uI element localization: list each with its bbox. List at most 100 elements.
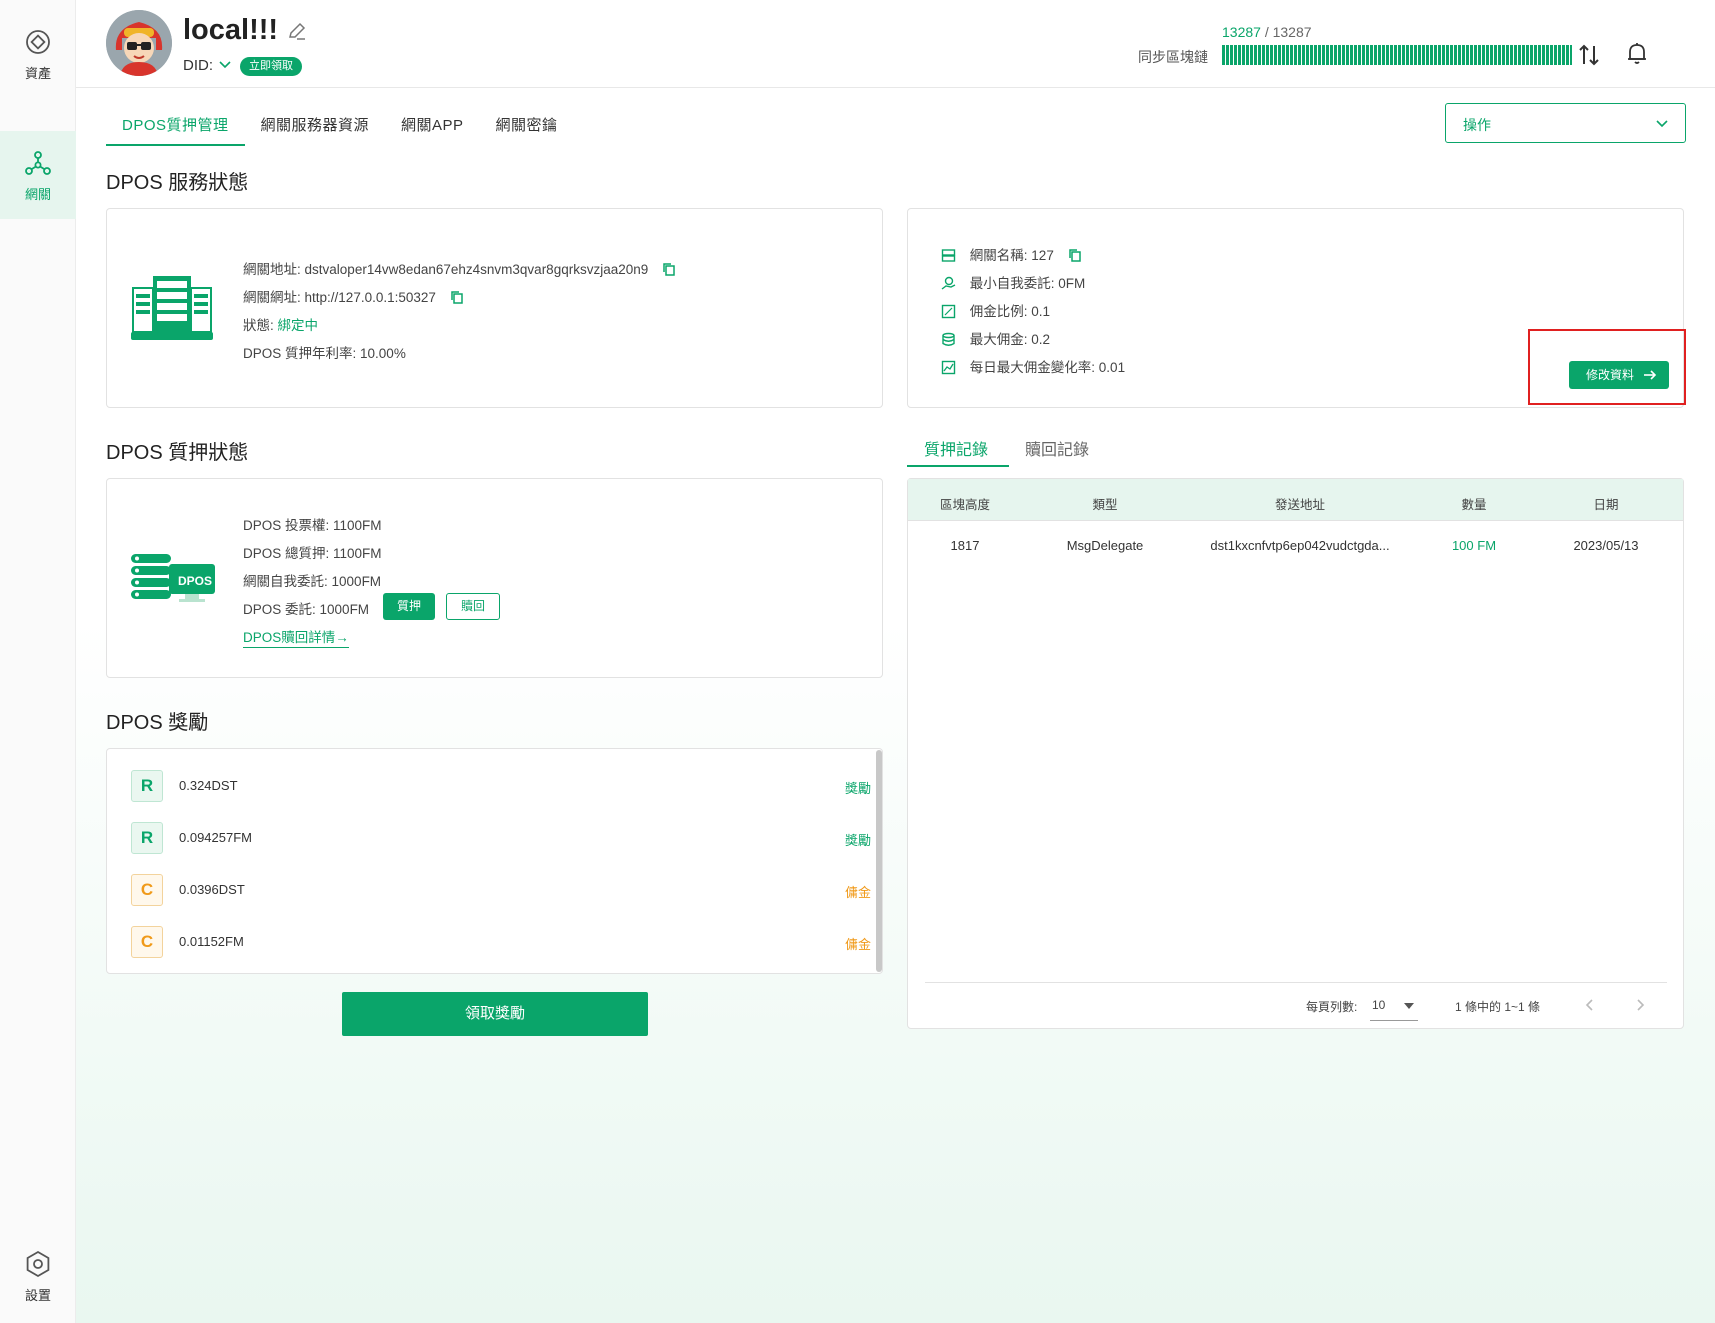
column-header: 類型 bbox=[1092, 498, 1118, 512]
reward-kind: 獎勵 bbox=[844, 833, 871, 848]
reward-kind: 傭金 bbox=[844, 885, 871, 900]
node-name: local!!! bbox=[183, 14, 279, 46]
did-claim-badge[interactable]: 立即領取 bbox=[240, 57, 302, 76]
gateway-url-value: http://127.0.0.1:50327 bbox=[304, 290, 436, 305]
sort-arrows-icon[interactable] bbox=[1576, 42, 1602, 68]
service-status-title: DPOS 服務狀態 bbox=[106, 172, 249, 194]
sync-progress-bar bbox=[1222, 45, 1572, 65]
service-status-card bbox=[106, 208, 883, 408]
rows-per-page-value: 10 bbox=[1372, 998, 1386, 1012]
column-header: 日期 bbox=[1593, 498, 1619, 512]
min-self-delegation-value: 0FM bbox=[1058, 276, 1086, 291]
table-cell: 1817 bbox=[950, 538, 980, 553]
sync-progress-fill bbox=[1222, 45, 1572, 65]
gateway-icon bbox=[25, 150, 51, 175]
max-commission-value: 0.2 bbox=[1031, 332, 1051, 347]
reward-amount: 0.01152FM bbox=[179, 934, 244, 949]
column-header: 發送地址 bbox=[1274, 498, 1325, 512]
total-stake-label: DPOS 總質押: bbox=[243, 546, 330, 561]
tab-dpos-stake[interactable]: DPOS質押管理 bbox=[106, 108, 245, 146]
gateway-state-label: 狀態: bbox=[243, 318, 274, 333]
column-header: 數量 bbox=[1461, 498, 1487, 512]
chevron-down-icon[interactable] bbox=[218, 58, 232, 72]
stake-status-card bbox=[106, 478, 883, 678]
redeem-button[interactable]: 贖回 bbox=[446, 593, 500, 620]
records-card bbox=[907, 478, 1684, 1029]
stake-button[interactable]: 質押 bbox=[383, 593, 435, 620]
delegation-label: DPOS 委託: bbox=[243, 602, 316, 617]
main-tabs: DPOS質押管理 網關服務器資源 網關APP 網關密鑰 bbox=[106, 108, 590, 146]
dpos-icon-text: DPOS bbox=[177, 574, 212, 588]
reward-amount: 0.094257FM bbox=[179, 830, 252, 845]
copy-icon[interactable] bbox=[1068, 248, 1082, 262]
self-delegation-line: 網關自我委託: 1000FM bbox=[243, 570, 381, 590]
table-cell: 2023/05/13 bbox=[1573, 538, 1639, 553]
stake-status-title: DPOS 質押狀態 bbox=[106, 442, 249, 464]
chevron-left-icon[interactable] bbox=[1584, 998, 1596, 1012]
tab-server-resources[interactable]: 網關服務器資源 bbox=[261, 108, 370, 146]
gateway-name-value: 127 bbox=[1031, 248, 1054, 263]
column-header: 區塊高度 bbox=[939, 498, 990, 512]
tab-gateway-key[interactable]: 網關密鑰 bbox=[496, 108, 558, 146]
highlight-annotation-box bbox=[1528, 329, 1686, 405]
operation-select[interactable]: 操作 bbox=[1445, 103, 1686, 143]
table-cell: dst1kxcnfvtp6ep042vudctgda... bbox=[1210, 538, 1390, 553]
reward-badge: R bbox=[131, 822, 163, 854]
gateway-address-label: 網關地址: bbox=[243, 262, 301, 277]
commission-rate-value: 0.1 bbox=[1031, 304, 1051, 319]
chevron-down-icon bbox=[1656, 120, 1668, 128]
sidebar-item-settings[interactable]: 設置 bbox=[0, 1232, 76, 1320]
copy-icon[interactable] bbox=[662, 262, 676, 276]
gateway-apr-label: DPOS 質押年利率: bbox=[243, 346, 357, 361]
bell-icon[interactable] bbox=[1624, 40, 1650, 66]
avatar-illustration-icon bbox=[106, 10, 172, 76]
sidebar-item-gateway[interactable]: 網關 bbox=[0, 131, 76, 219]
sync-label: 同步區塊鏈 bbox=[1138, 49, 1208, 65]
max-commission-label: 最大佣金: bbox=[969, 332, 1028, 347]
sidebar-item-label: 資產 bbox=[24, 65, 51, 81]
reward-row: R 0.324DST 獎勵 bbox=[131, 770, 871, 802]
delegation-line: DPOS 委託: 1000FM bbox=[243, 598, 369, 618]
redeem-detail-link[interactable]: DPOS贖回詳情→ bbox=[243, 626, 349, 648]
table-footer-divider bbox=[925, 982, 1667, 983]
reward-kind: 獎勵 bbox=[844, 781, 871, 796]
gateway-apr-value: 10.00% bbox=[360, 346, 406, 361]
total-stake-line: DPOS 總質押: 1100FM bbox=[243, 542, 382, 562]
operation-select-value: 操作 bbox=[1463, 117, 1491, 133]
reward-badge: C bbox=[131, 874, 163, 906]
tab-stake-records[interactable]: 質押記錄 bbox=[924, 436, 988, 460]
gateway-url-line: 網關網址: http://127.0.0.1:50327 bbox=[243, 286, 464, 306]
sidebar: 資產 網關 設置 bbox=[0, 0, 76, 1323]
rows-per-page-select[interactable]: 10 bbox=[1370, 993, 1418, 1021]
table-cell: 100 FM bbox=[1451, 538, 1497, 553]
sidebar-item-asset[interactable]: 資產 bbox=[0, 10, 76, 98]
max-change-rate-label: 每日最大佣金變化率: bbox=[969, 360, 1096, 375]
vote-power-line: DPOS 投票權: 1100FM bbox=[243, 514, 382, 534]
tab-redeem-records[interactable]: 贖回記錄 bbox=[1025, 436, 1089, 460]
max-change-rate-line: 每日最大佣金變化率: 0.01 bbox=[941, 356, 1125, 376]
reward-amount: 0.324DST bbox=[179, 778, 238, 793]
server-rack-icon bbox=[131, 276, 213, 340]
avatar[interactable] bbox=[106, 10, 172, 76]
rewards-title: DPOS 獎勵 bbox=[106, 712, 209, 734]
self-delegation-label: 網關自我委託: bbox=[243, 574, 328, 589]
copy-icon[interactable] bbox=[450, 290, 464, 304]
caret-down-icon bbox=[1404, 1003, 1414, 1009]
tab-gateway-app[interactable]: 網關APP bbox=[401, 108, 464, 146]
self-delegation-value: 1000FM bbox=[331, 574, 382, 589]
commission-rate-line: 佣金比例: 0.1 bbox=[941, 300, 1050, 320]
max-commission-line: 最大佣金: 0.2 bbox=[941, 328, 1050, 348]
edit-icon[interactable] bbox=[286, 20, 308, 42]
rewards-scrollbar[interactable] bbox=[876, 750, 882, 972]
reward-row: C 0.01152FM 傭金 bbox=[131, 926, 871, 958]
reward-badge: R bbox=[131, 770, 163, 802]
gateway-name-label: 網關名稱: bbox=[969, 248, 1028, 263]
sidebar-item-label: 設置 bbox=[24, 1287, 51, 1303]
gateway-name-line: 網關名稱: 127 bbox=[941, 244, 1082, 264]
gateway-apr-line: DPOS 質押年利率: 10.00% bbox=[243, 342, 406, 362]
trend-chart-icon bbox=[941, 360, 956, 375]
chevron-right-icon[interactable] bbox=[1634, 998, 1646, 1012]
gateway-address-line: 網關地址: dstvaloper14vw8edan67ehz4snvm3qvar… bbox=[243, 258, 676, 278]
claim-rewards-button[interactable]: 領取獎勵 bbox=[342, 992, 648, 1036]
sync-count: 13287 / 13287 bbox=[1222, 24, 1312, 40]
